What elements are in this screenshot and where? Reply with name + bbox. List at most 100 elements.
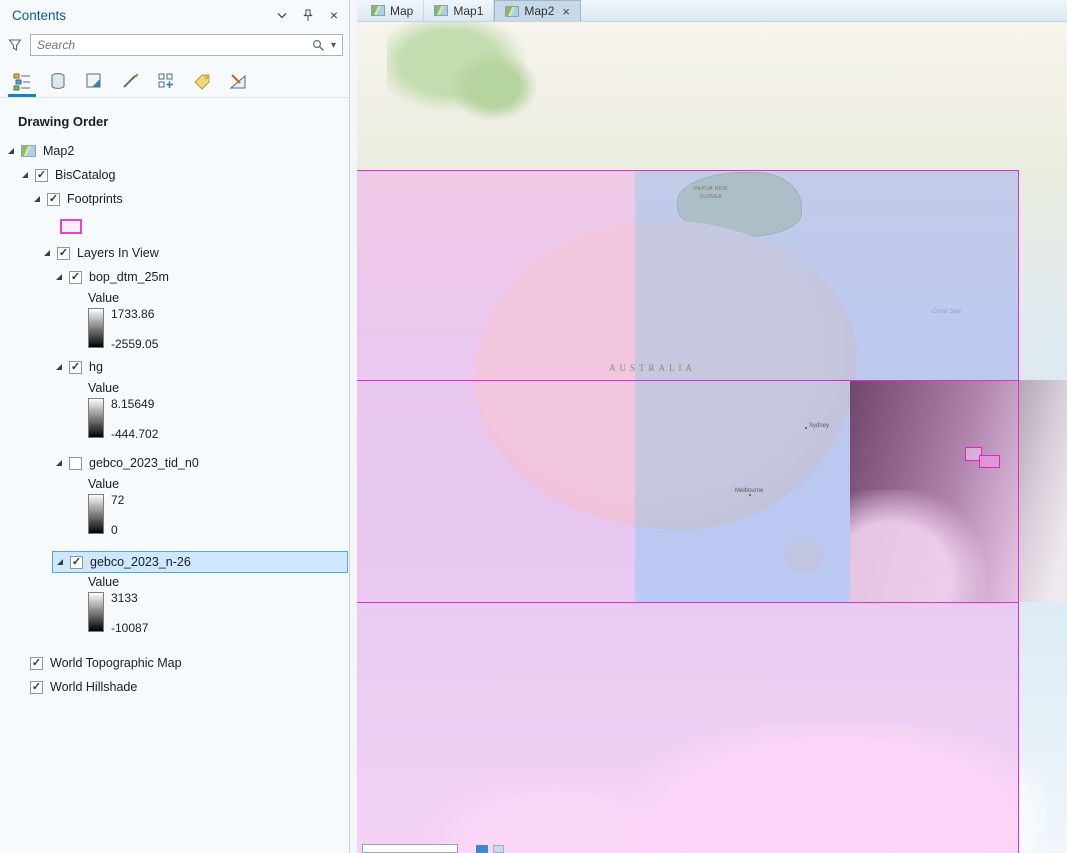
raster-overlay-pink (850, 380, 1018, 602)
layer-name: World Topographic Map (50, 656, 182, 670)
map-navigation-icon[interactable] (476, 845, 488, 853)
grayscale-ramp[interactable] (88, 398, 104, 438)
map-thumbnail-icon (21, 145, 36, 157)
map-thumbnail-icon (371, 5, 385, 16)
search-input[interactable]: Search ▾ (30, 34, 343, 56)
map-label-papua-new-guinea: PAPUA NEW GUINEA (694, 186, 728, 200)
ramp-min-value: -2559.05 (111, 337, 159, 351)
grayscale-ramp[interactable] (88, 308, 104, 348)
list-by-editing-button[interactable] (116, 67, 144, 97)
tab-label: Map (390, 3, 414, 18)
expander-icon[interactable] (56, 364, 62, 370)
search-dropdown-icon[interactable]: ▾ (331, 40, 336, 51)
expander-icon[interactable] (22, 172, 28, 178)
search-icon[interactable] (312, 39, 325, 52)
grayscale-ramp[interactable] (88, 494, 104, 534)
layer-name: hg (89, 360, 103, 374)
list-by-data-source-button[interactable] (44, 67, 72, 97)
raster-overlay-pink (357, 170, 635, 380)
value-label: Value (88, 575, 120, 589)
list-by-snapping-button[interactable] (152, 67, 180, 97)
color-ramp-block: 3133 -10087 (88, 591, 349, 635)
value-label: Value (88, 381, 120, 395)
color-ramp-block: 72 0 (88, 493, 349, 537)
filter-icon[interactable] (6, 38, 24, 52)
map-canvas[interactable]: AUSTRALIA PAPUA NEW GUINEA Coral Sea Syd… (357, 22, 1067, 853)
ramp-min-value: -10087 (111, 621, 149, 635)
tree-item-footprints[interactable]: ✓ Footprints (0, 187, 349, 211)
contents-pane: Contents × Search ▾ Drawing Order Map2 ✓… (0, 0, 350, 853)
ramp-min-value: 0 (111, 523, 118, 537)
drawing-order-heading: Drawing Order (18, 114, 109, 129)
footprint-symbol-swatch[interactable] (60, 218, 82, 234)
pane-title: Contents (12, 7, 67, 23)
tree-item-label: Footprints (67, 192, 123, 206)
footprint-border (1018, 170, 1019, 853)
close-tab-icon[interactable]: × (562, 5, 570, 18)
search-row: Search ▾ (6, 32, 343, 58)
layer-tree: Map2 ✓ BisCatalog ✓ Footprints ✓ Layers … (0, 139, 349, 699)
layer-checkbox[interactable]: ✓ (70, 555, 83, 569)
pin-icon[interactable] (301, 8, 315, 22)
layer-checkbox[interactable]: ✓ (57, 246, 70, 260)
list-by-selection-button[interactable] (80, 67, 108, 97)
map-thumbnail-icon (505, 5, 520, 17)
raster-overlay-lavender (635, 170, 1018, 380)
expander-icon[interactable] (56, 274, 62, 280)
layer-checkbox[interactable] (69, 456, 82, 470)
grayscale-ramp[interactable] (88, 592, 104, 632)
small-footprint-rect (979, 455, 1000, 468)
tab-map2[interactable]: Map2 × (494, 0, 581, 21)
layer-item-world-topographic-map[interactable]: ✓ World Topographic Map (0, 651, 349, 675)
expander-icon[interactable] (44, 250, 50, 256)
layer-item-bop-dtm-25m[interactable]: ✓ bop_dtm_25m (0, 265, 349, 289)
tree-item-layers-in-view[interactable]: ✓ Layers In View (0, 241, 349, 265)
raster-overlay-pink (357, 380, 635, 602)
footprint-border (357, 380, 1018, 381)
layer-checkbox[interactable]: ✓ (47, 192, 60, 206)
list-by-labeling-button[interactable] (188, 67, 216, 97)
chevron-down-icon[interactable] (275, 8, 289, 22)
tab-map1[interactable]: Map1 (424, 0, 495, 21)
layer-checkbox[interactable]: ✓ (30, 680, 43, 694)
expander-icon[interactable] (34, 196, 40, 202)
tab-label: Map2 (524, 4, 555, 18)
layer-checkbox[interactable]: ✓ (35, 168, 48, 182)
tree-item-map2[interactable]: Map2 (0, 139, 349, 163)
ramp-max-value: 8.15649 (111, 397, 155, 411)
city-dot (749, 494, 751, 496)
layer-name: gebco_2023_tid_n0 (89, 456, 199, 470)
layer-item-gebco-2023-n-26[interactable]: ✓ gebco_2023_n-26 (52, 551, 348, 573)
expander-icon[interactable] (57, 559, 63, 565)
ramp-max-value: 72 (111, 493, 125, 507)
pane-header: Contents × (0, 0, 349, 30)
layer-checkbox[interactable]: ✓ (69, 360, 82, 374)
ramp-max-value: 1733.86 (111, 307, 155, 321)
layer-item-hg[interactable]: ✓ hg (0, 355, 349, 379)
arcgis-window: Contents × Search ▾ Drawing Order Map2 ✓… (0, 0, 1067, 853)
search-placeholder: Search (37, 38, 76, 52)
layer-item-gebco-2023-tid-n0[interactable]: gebco_2023_tid_n0 (0, 451, 349, 475)
value-label: Value (88, 291, 120, 305)
map-label-australia: AUSTRALIA (609, 363, 696, 373)
expander-icon[interactable] (56, 460, 62, 466)
scale-readout[interactable] (362, 844, 458, 853)
raster-overlay-pink (357, 602, 1018, 853)
pane-splitter[interactable] (350, 0, 357, 853)
list-by-drawing-order-button[interactable] (8, 67, 36, 97)
map-navigation-icon[interactable] (493, 845, 504, 853)
list-by-perspective-button[interactable] (224, 67, 252, 97)
layer-name: gebco_2023_n-26 (90, 555, 191, 569)
footprint-symbol-row (60, 213, 349, 239)
tab-map[interactable]: Map (361, 0, 425, 21)
tree-item-label: Layers In View (77, 246, 159, 260)
expander-icon[interactable] (8, 148, 14, 154)
layer-checkbox[interactable]: ✓ (30, 656, 43, 670)
tree-item-biscatalog[interactable]: ✓ BisCatalog (0, 163, 349, 187)
layer-checkbox[interactable]: ✓ (69, 270, 82, 284)
layer-item-world-hillshade[interactable]: ✓ World Hillshade (0, 675, 349, 699)
close-pane-icon[interactable]: × (327, 8, 341, 22)
footprint-border (357, 602, 1018, 603)
layer-name: bop_dtm_25m (89, 270, 169, 284)
tree-item-label: BisCatalog (55, 168, 116, 182)
